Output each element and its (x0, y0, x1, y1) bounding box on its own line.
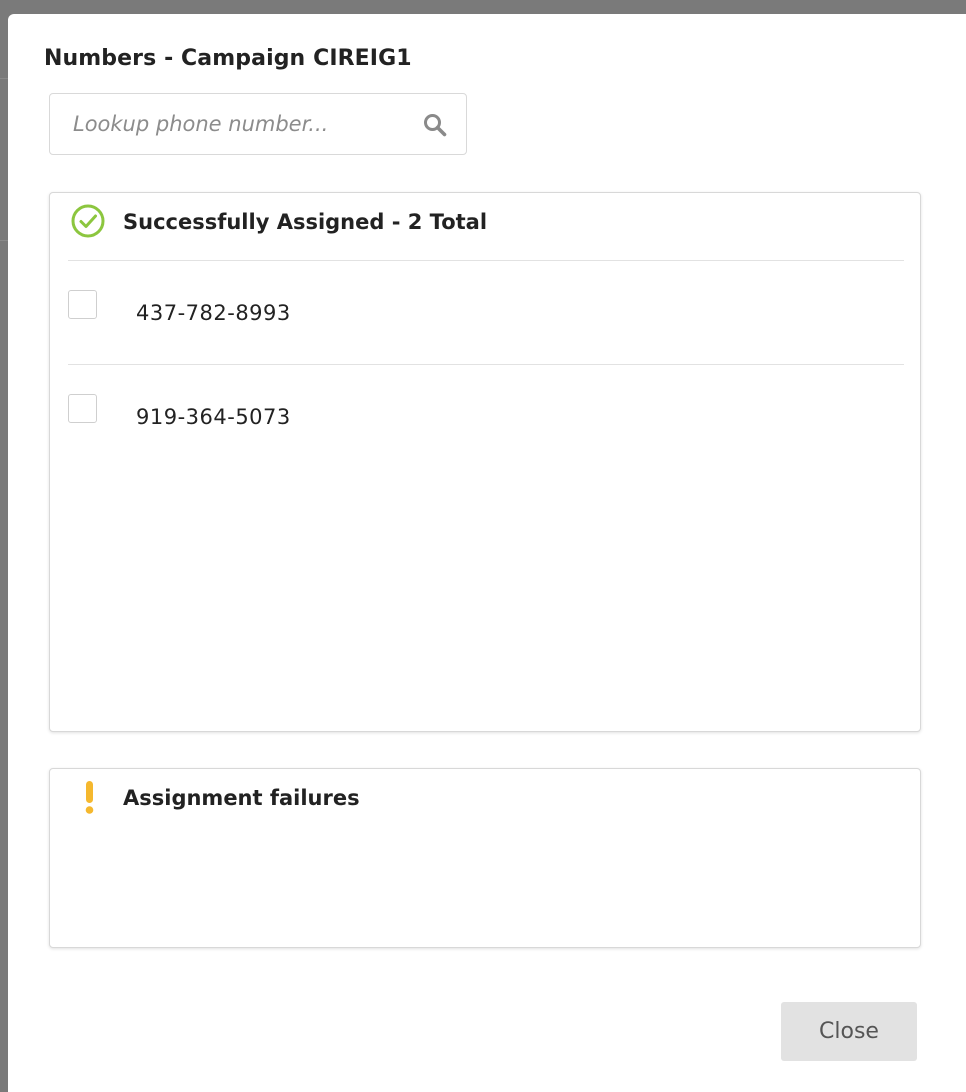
success-panel-title: Successfully Assigned - 2 Total (123, 210, 488, 234)
search-icon[interactable] (422, 112, 448, 138)
numbers-modal: Numbers - Campaign CIREIG1 Successfully … (8, 14, 966, 1092)
failure-panel: Assignment failures (49, 768, 921, 948)
close-button[interactable]: Close (781, 1002, 917, 1061)
row-checkbox[interactable] (68, 394, 97, 423)
failure-panel-header: Assignment failures (50, 769, 920, 835)
modal-title: Numbers - Campaign CIREIG1 (44, 46, 412, 71)
search-box (49, 93, 467, 155)
list-item: 919-364-5073 (68, 365, 904, 469)
row-checkbox[interactable] (68, 290, 97, 319)
failure-panel-title: Assignment failures (123, 786, 360, 810)
search-input[interactable] (50, 94, 410, 154)
success-panel-header: Successfully Assigned - 2 Total (50, 193, 920, 259)
success-panel: Successfully Assigned - 2 Total 437-782-… (49, 192, 921, 732)
check-circle-icon (70, 203, 106, 239)
exclamation-icon (70, 779, 106, 815)
phone-number: 919-364-5073 (136, 405, 291, 429)
list-item: 437-782-8993 (68, 261, 904, 365)
phone-number: 437-782-8993 (136, 301, 291, 325)
